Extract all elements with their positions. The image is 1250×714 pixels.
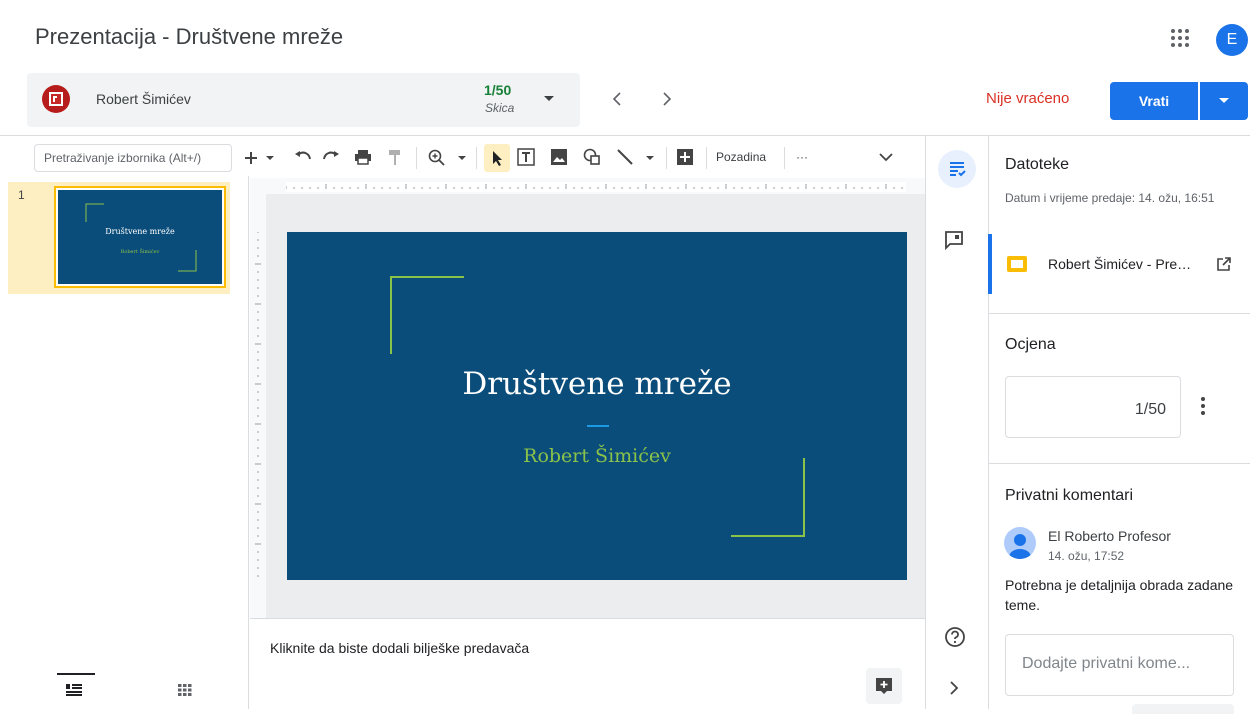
return-button[interactable]: Vrati xyxy=(1110,82,1198,120)
shape-icon[interactable] xyxy=(582,147,602,167)
files-section-title: Datoteke xyxy=(1005,156,1070,173)
return-status: Nije vraćeno xyxy=(986,90,1070,107)
filmstrip-divider xyxy=(248,176,249,709)
paint-format-icon[interactable] xyxy=(388,149,402,167)
slide-title[interactable]: Društvene mreže xyxy=(287,366,907,402)
horizontal-ruler[interactable] xyxy=(286,182,906,192)
grade-section-title: Ocjena xyxy=(1005,336,1056,353)
private-comment-input[interactable]: Dodajte privatni kome... xyxy=(1005,634,1234,696)
chevron-left-icon[interactable] xyxy=(610,91,624,107)
comment-timestamp: 14. ožu, 17:52 xyxy=(1048,549,1125,563)
comment-icon[interactable] xyxy=(944,230,964,250)
toolbar-divider xyxy=(666,147,667,169)
background-button[interactable]: Pozadina xyxy=(716,150,766,164)
new-slide-icon[interactable] xyxy=(244,148,258,168)
more-vert-icon[interactable] xyxy=(1200,396,1206,416)
private-comments-title: Privatni komentari xyxy=(1005,487,1134,504)
toolbar-divider xyxy=(416,147,417,169)
post-comment-button[interactable] xyxy=(1132,704,1234,714)
collapse-toolbar-icon[interactable] xyxy=(878,152,894,162)
slide-thumbnail[interactable] xyxy=(56,188,224,286)
commenter-avatar xyxy=(1004,527,1036,559)
select-tool-button[interactable] xyxy=(484,144,510,172)
more-options-button[interactable]: ··· xyxy=(796,150,808,164)
student-grade: 1/50 xyxy=(484,82,512,98)
active-view-indicator xyxy=(57,673,95,675)
attached-file-name[interactable]: Robert Šimićev - Prezentacija - Društven… xyxy=(1048,256,1198,272)
open-in-new-icon[interactable] xyxy=(1216,256,1232,272)
submission-status: Skica xyxy=(485,101,515,115)
explore-button[interactable] xyxy=(866,668,902,704)
rail-divider xyxy=(925,136,926,709)
account-avatar[interactable]: E xyxy=(1216,24,1248,56)
vertical-ruler[interactable] xyxy=(252,232,264,582)
comment-text: Potrebna je detaljnija obrada zadane tem… xyxy=(1005,577,1234,613)
page-title: Prezentacija - Društvene mreže xyxy=(35,24,344,49)
grid-view-icon[interactable] xyxy=(178,684,192,696)
caret-down-icon[interactable] xyxy=(266,156,274,161)
section-divider xyxy=(988,463,1250,464)
files-panel-icon[interactable] xyxy=(938,150,976,188)
grade-input[interactable]: 1/50 xyxy=(1005,376,1181,438)
submission-timestamp: Datum i vrijeme predaje: 14. ožu, 16:51 xyxy=(1005,191,1215,205)
header-divider xyxy=(0,135,1250,136)
add-comment-icon[interactable] xyxy=(676,148,694,166)
thumbnail-title: Društvene mreže xyxy=(105,227,175,236)
slide-subtitle[interactable]: Robert Šimićev xyxy=(287,445,907,467)
text-box-icon[interactable] xyxy=(516,147,536,167)
toolbar-divider xyxy=(476,147,477,169)
caret-down-icon[interactable] xyxy=(458,156,466,161)
commenter-name: El Roberto Profesor xyxy=(1048,528,1171,544)
section-divider xyxy=(988,313,1250,314)
filmstrip-list-view-icon[interactable] xyxy=(66,684,82,696)
zoom-icon[interactable] xyxy=(428,149,446,167)
print-icon[interactable] xyxy=(354,149,372,165)
thumbnail-subtitle: Robert Šimićev xyxy=(120,249,160,255)
slide-canvas[interactable] xyxy=(287,232,907,580)
redo-icon[interactable] xyxy=(322,150,340,164)
slide-number: 1 xyxy=(18,188,25,202)
slides-file-icon xyxy=(1006,254,1028,274)
menu-search-input[interactable]: Pretraživanje izbornika (Alt+/) xyxy=(34,144,232,172)
undo-icon[interactable] xyxy=(294,150,312,164)
notes-resize-handle[interactable] xyxy=(250,618,926,626)
toolbar-divider xyxy=(784,147,785,169)
apps-grid-icon[interactable] xyxy=(1170,28,1190,48)
speaker-notes-input[interactable]: Kliknite da biste dodali bilješke predav… xyxy=(270,640,529,656)
toolbar-divider xyxy=(706,147,707,169)
panel-divider xyxy=(988,136,989,709)
line-icon[interactable] xyxy=(616,148,634,166)
caret-down-icon[interactable] xyxy=(646,156,654,161)
student-avatar xyxy=(42,85,70,113)
chevron-down-icon[interactable] xyxy=(543,95,555,103)
return-options-button[interactable] xyxy=(1200,82,1248,120)
help-icon[interactable] xyxy=(944,626,966,648)
chevron-right-icon[interactable] xyxy=(948,680,960,696)
student-name: Robert Šimićev xyxy=(96,91,191,107)
image-icon[interactable] xyxy=(550,148,568,166)
chevron-right-icon[interactable] xyxy=(660,91,674,107)
slide-accent-line xyxy=(587,425,609,427)
